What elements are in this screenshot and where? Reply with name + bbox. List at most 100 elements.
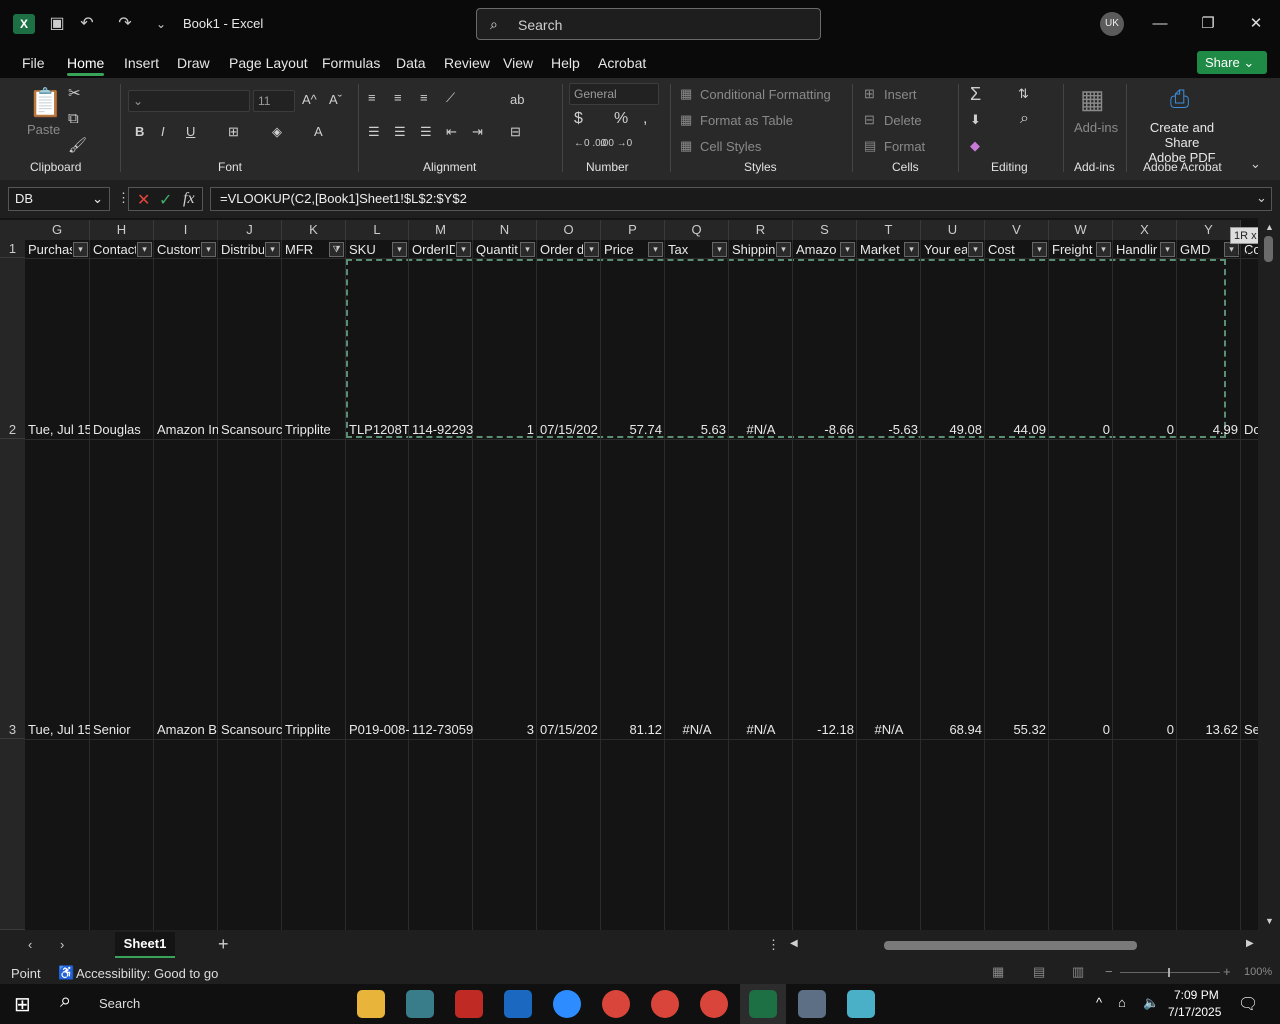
redo-icon[interactable]: ↷ — [114, 14, 136, 34]
table-cell[interactable]: 57.74 — [601, 421, 665, 438]
increase-indent-icon[interactable]: ⇥ — [472, 124, 483, 140]
filter-dropdown-icon[interactable]: ▾ — [392, 242, 407, 257]
font-color-icon[interactable]: A — [314, 124, 323, 139]
zoom-app-icon[interactable] — [553, 990, 581, 1018]
next-sheet-icon[interactable]: › — [60, 937, 64, 952]
cut-icon[interactable]: ✂ — [68, 84, 81, 102]
adobe-pdf-icon[interactable]: ⎙ — [1170, 86, 1189, 114]
align-left-icon[interactable]: ☰ — [368, 124, 380, 140]
paste-button[interactable]: Paste — [27, 122, 60, 137]
table-header-cell[interactable]: Your ea — [921, 241, 967, 258]
filter-dropdown-icon[interactable]: ▾ — [648, 242, 663, 257]
format-as-table-icon[interactable]: ▦ — [680, 112, 692, 128]
column-header-j[interactable]: J — [218, 220, 282, 240]
table-cell[interactable]: 81.12 — [601, 721, 665, 738]
paste-icon[interactable]: 📋 — [28, 86, 63, 119]
table-header-cell[interactable]: Handlir — [1113, 241, 1159, 258]
minimize-icon[interactable]: — — [1148, 12, 1172, 36]
merge-center-icon[interactable]: ⊟ — [510, 124, 521, 140]
filter-dropdown-icon[interactable]: ▾ — [904, 242, 919, 257]
scroll-down-icon[interactable]: ▼ — [1265, 916, 1274, 926]
decrease-indent-icon[interactable]: ⇤ — [446, 124, 457, 140]
column-header-t[interactable]: T — [857, 220, 921, 240]
scroll-up-icon[interactable]: ▲ — [1265, 222, 1274, 232]
filter-dropdown-icon[interactable]: ▾ — [201, 242, 216, 257]
expand-formula-icon[interactable]: ⌄ — [1256, 190, 1267, 206]
percent-icon[interactable]: % — [614, 110, 628, 128]
chrome-icon-2[interactable] — [651, 990, 679, 1018]
table-cell[interactable]: 4.99 — [1177, 421, 1241, 438]
clock-time[interactable]: 7:09 PM — [1174, 988, 1219, 1002]
table-cell[interactable]: Tripplite — [282, 721, 346, 738]
table-cell[interactable]: -12.18 — [793, 721, 857, 738]
format-cells-button[interactable]: Format — [884, 139, 925, 154]
column-header-x[interactable]: X — [1113, 220, 1177, 240]
column-header-o[interactable]: O — [537, 220, 601, 240]
column-header-p[interactable]: P — [601, 220, 665, 240]
insert-function-icon[interactable]: fx — [183, 190, 195, 208]
taskbar-search-icon[interactable]: ⌕ — [60, 990, 71, 1013]
table-header-cell[interactable]: Purchas — [25, 241, 72, 258]
page-layout-view-icon[interactable]: ▤ — [1033, 964, 1045, 980]
notes-app-icon[interactable] — [847, 990, 875, 1018]
delete-cells-icon[interactable]: ⊟ — [864, 112, 875, 128]
row-header[interactable]: 2 — [0, 258, 25, 439]
clear-icon[interactable]: ◆ — [970, 138, 980, 154]
table-cell[interactable]: TLP1208TE — [346, 421, 409, 438]
accounting-icon[interactable]: $ — [574, 110, 583, 128]
number-format-select[interactable]: General — [569, 83, 659, 105]
table-cell[interactable]: 5.63 — [665, 421, 729, 438]
save-icon[interactable]: ▣ — [46, 14, 68, 34]
chrome-icon-1[interactable] — [602, 990, 630, 1018]
table-cell[interactable]: 49.08 — [921, 421, 985, 438]
tab-page-layout[interactable]: Page Layout — [229, 55, 308, 71]
file-explorer-icon[interactable] — [357, 990, 385, 1018]
format-as-table-button[interactable]: Format as Table — [700, 113, 793, 128]
orientation-icon[interactable]: ⟋ — [446, 90, 455, 106]
column-header-q[interactable]: Q — [665, 220, 729, 240]
table-header-cell[interactable]: Price — [601, 241, 647, 258]
volume-icon[interactable]: 🔈 — [1143, 995, 1159, 1011]
table-header-cell[interactable]: Amazo — [793, 241, 839, 258]
filter-dropdown-icon[interactable]: ▾ — [520, 242, 535, 257]
page-break-view-icon[interactable]: ▥ — [1072, 964, 1084, 980]
decrease-decimal-icon[interactable]: .00 →0 — [600, 138, 632, 149]
customize-qat-icon[interactable]: ⌄ — [150, 14, 172, 34]
table-cell[interactable]: Senior — [90, 721, 154, 738]
column-header-m[interactable]: M — [409, 220, 473, 240]
table-header-cell[interactable]: Tax — [665, 241, 711, 258]
table-cell[interactable]: Tripplite — [282, 421, 346, 438]
table-cell[interactable]: 0 — [1113, 721, 1177, 738]
table-cell[interactable]: Amazon B — [154, 721, 218, 738]
borders-icon[interactable]: ⊞ — [228, 124, 239, 140]
outlook-icon[interactable] — [504, 990, 532, 1018]
align-center-icon[interactable]: ☰ — [394, 124, 406, 140]
column-header-u[interactable]: U — [921, 220, 985, 240]
sheet-tab-sheet1[interactable]: Sheet1 — [115, 932, 175, 958]
table-cell[interactable]: 13.62 — [1177, 721, 1241, 738]
align-right-icon[interactable]: ☰ — [420, 124, 432, 140]
avatar[interactable]: UK — [1100, 12, 1124, 36]
formula-input[interactable]: =VLOOKUP(C2,[Book1]Sheet1!$L$2:$Y$2 — [210, 187, 1272, 211]
autosum-icon[interactable]: Σ — [970, 84, 981, 105]
row-header[interactable]: 1 — [0, 240, 25, 258]
format-painter-icon[interactable]: 🖌 — [68, 136, 87, 154]
normal-view-icon[interactable]: ▦ — [992, 964, 1004, 980]
filter-dropdown-icon[interactable]: ▾ — [968, 242, 983, 257]
tab-data[interactable]: Data — [396, 55, 426, 71]
tray-chevron-icon[interactable]: ^ — [1096, 995, 1102, 1010]
tab-draw[interactable]: Draw — [177, 55, 210, 71]
calculator-icon[interactable] — [798, 990, 826, 1018]
table-cell[interactable]: Se — [1241, 721, 1258, 738]
table-cell[interactable]: 114-92293 — [409, 421, 473, 438]
insert-cells-button[interactable]: Insert — [884, 87, 917, 102]
notifications-icon[interactable]: 🗨 — [1238, 994, 1258, 1014]
comma-icon[interactable]: , — [643, 110, 647, 128]
filter-dropdown-icon[interactable]: ▾ — [265, 242, 280, 257]
add-sheet-icon[interactable]: + — [218, 934, 229, 955]
table-cell[interactable]: 1 — [473, 421, 537, 438]
restore-icon[interactable]: ❐ — [1196, 12, 1220, 36]
table-cell[interactable]: -5.63 — [857, 421, 921, 438]
table-cell[interactable]: #N/A — [729, 721, 793, 738]
vertical-scrollbar[interactable]: ▲ ▼ — [1258, 218, 1280, 930]
